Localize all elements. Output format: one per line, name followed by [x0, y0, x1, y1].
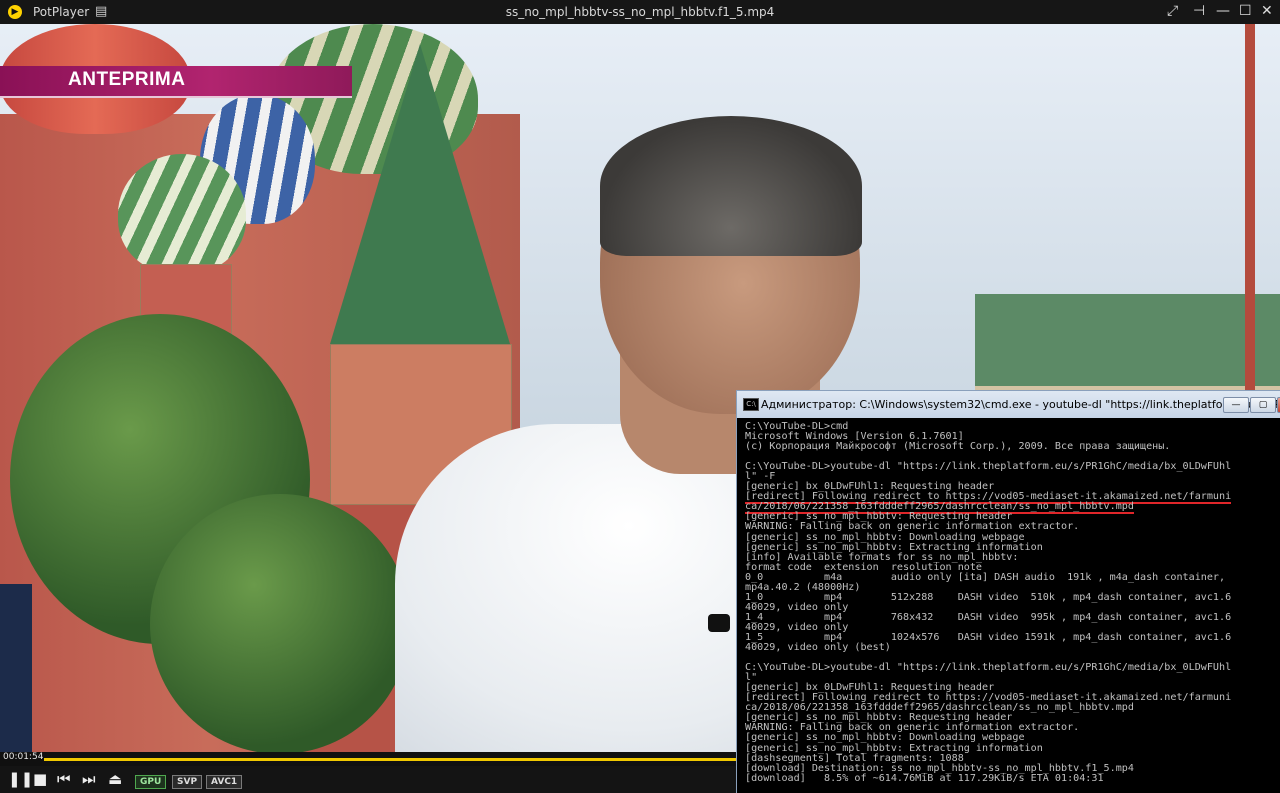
maximize-icon[interactable]: ☐ [1239, 3, 1252, 19]
program-banner: ANTEPRIMA [0, 66, 352, 98]
stop-icon[interactable]: ■ [33, 771, 47, 787]
cmd-minimize-button[interactable]: — [1223, 397, 1249, 413]
cmd-app-icon[interactable]: C:\ [743, 398, 759, 411]
lapel-microphone [708, 614, 730, 632]
svp-badge[interactable]: SVP [172, 775, 203, 789]
cmd-maximize-button[interactable]: ▢ [1250, 397, 1276, 413]
left-edge-person [0, 584, 32, 752]
seek-track[interactable] [44, 758, 736, 761]
close-icon[interactable]: ✕ [1261, 3, 1273, 19]
cmd-title: Администратор: C:\Windows\system32\cmd.e… [761, 398, 1280, 411]
control-bar: ❚❚ ■ ⏮ ⏭ ⏏ GPU SVP AVC1 [0, 766, 736, 793]
seek-bar-area[interactable]: 00:01:54 [0, 752, 736, 766]
previous-icon[interactable]: ⏮ [57, 771, 71, 787]
banner-text: ANTEPRIMA [68, 69, 186, 90]
minimize-icon[interactable]: — [1216, 3, 1230, 19]
eject-icon[interactable]: ⏏ [108, 771, 122, 787]
codec-badge[interactable]: AVC1 [206, 775, 243, 789]
tree [150, 494, 410, 752]
potplayer-window: ▶ PotPlayer ▤ ss_no_mpl_hbbtv-ss_no_mpl_… [0, 0, 1280, 793]
title-bar[interactable]: ▶ PotPlayer ▤ ss_no_mpl_hbbtv-ss_no_mpl_… [0, 0, 1280, 24]
pause-icon[interactable]: ❚❚ [8, 771, 33, 787]
gpu-badge[interactable]: GPU [135, 775, 167, 789]
cmd-window[interactable]: C:\ Администратор: C:\Windows\system32\c… [736, 390, 1280, 793]
next-icon[interactable]: ⏭ [82, 771, 96, 787]
cmd-line: (c) Корпорация Майкрософт (Microsoft Cor… [745, 441, 1171, 453]
cmd-line: [download] 8.5% of ~614.76MiB at 117.29K… [745, 772, 1104, 784]
cmd-title-bar[interactable]: C:\ Администратор: C:\Windows\system32\c… [737, 391, 1280, 418]
file-title: ss_no_mpl_hbbtv-ss_no_mpl_hbbtv.f1_5.mp4 [505, 5, 775, 19]
cathedral-dome [118, 154, 246, 274]
person-hair [600, 116, 862, 256]
current-time: 00:01:54 [3, 752, 44, 762]
cmd-line: C:\YouTube-DL>youtube-dl "https://link.t… [745, 461, 1232, 473]
fullscreen-icon[interactable]: ⤢ [1167, 3, 1178, 19]
pin-icon[interactable]: ⊣ [1193, 3, 1205, 19]
cmd-line: 40029, video only (best) [745, 642, 891, 654]
cmd-line: C:\YouTube-DL>youtube-dl "https://link.t… [745, 662, 1232, 674]
cathedral-spire [330, 44, 510, 344]
cmd-output[interactable]: C:\YouTube-DL>cmd Microsoft Windows [Ver… [737, 418, 1280, 784]
seek-progress[interactable] [44, 758, 736, 761]
